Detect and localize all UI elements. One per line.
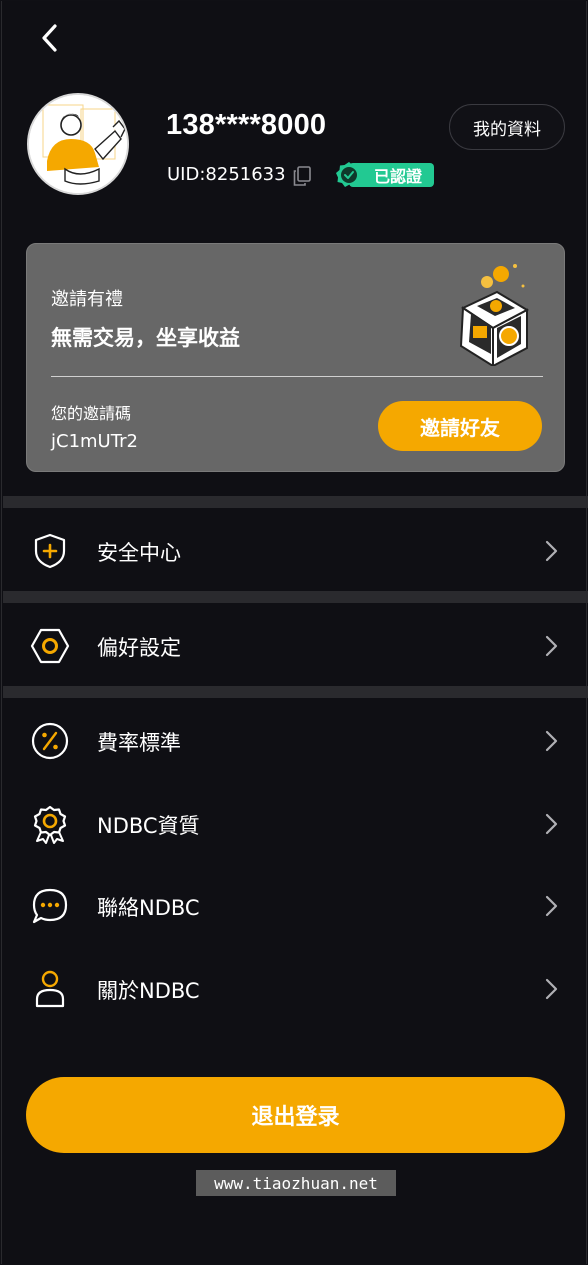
chat-bubble-icon: [32, 888, 68, 924]
percent-icon: [31, 722, 69, 760]
chevron-right-icon: [545, 813, 558, 835]
invite-title: 邀請有禮: [51, 289, 123, 310]
gift-box-icon: [459, 264, 530, 366]
logout-button[interactable]: 退出登录: [26, 1077, 565, 1153]
chevron-left-icon: [42, 24, 57, 52]
menu-label: 安全中心: [97, 541, 181, 565]
avatar[interactable]: [27, 93, 129, 195]
award-badge-icon: [33, 805, 67, 844]
section-divider: [3, 591, 588, 603]
user-phone: 138****8000: [166, 109, 327, 141]
app-screen: 138****8000 UID:8251633 已認證 我的資料 邀請有禮 無需…: [1, 1, 588, 1264]
shield-icon: [34, 533, 66, 569]
user-uid: UID:8251633: [167, 164, 286, 185]
section-divider: [3, 496, 588, 508]
invite-divider: [51, 376, 543, 377]
user-icon: [35, 970, 65, 1008]
menu-label: NDBC資質: [97, 814, 200, 838]
verified-check-icon: [336, 162, 362, 187]
menu-item-qualifications[interactable]: NDBC資質: [3, 784, 588, 864]
menu-label: 關於NDBC: [97, 979, 200, 1003]
menu-item-security-center[interactable]: 安全中心: [3, 511, 588, 591]
invite-card: 邀請有禮 無需交易，坐享收益 您的邀請碼 jC1mUTr2 邀請好友: [26, 243, 565, 472]
avatar-illustration: [29, 95, 127, 193]
menu-label: 費率標準: [97, 731, 181, 755]
menu-item-about[interactable]: 關於NDBC: [3, 949, 588, 1029]
chevron-right-icon: [545, 978, 558, 1000]
watermark-text: www.tiaozhuan.net: [196, 1170, 396, 1196]
invite-friends-button[interactable]: 邀請好友: [378, 401, 542, 451]
menu-label: 聯絡NDBC: [97, 896, 200, 920]
hexagon-settings-icon: [30, 628, 70, 664]
invite-code-value: jC1mUTr2: [51, 431, 138, 452]
verified-badge: 已認證: [335, 161, 434, 189]
my-profile-button[interactable]: 我的資料: [449, 104, 565, 150]
back-button[interactable]: [32, 21, 66, 55]
menu-item-fee-rates[interactable]: 費率標準: [3, 701, 588, 781]
menu-item-contact[interactable]: 聯絡NDBC: [3, 866, 588, 946]
copy-icon[interactable]: [293, 166, 311, 186]
chevron-right-icon: [545, 730, 558, 752]
invite-code-label: 您的邀請碼: [51, 404, 132, 423]
menu-item-preferences[interactable]: 偏好設定: [3, 606, 588, 686]
chevron-right-icon: [545, 540, 558, 562]
menu-label: 偏好設定: [97, 636, 181, 660]
chevron-right-icon: [545, 635, 558, 657]
chevron-right-icon: [545, 895, 558, 917]
section-divider: [3, 686, 588, 698]
invite-subtitle: 無需交易，坐享收益: [51, 326, 240, 350]
